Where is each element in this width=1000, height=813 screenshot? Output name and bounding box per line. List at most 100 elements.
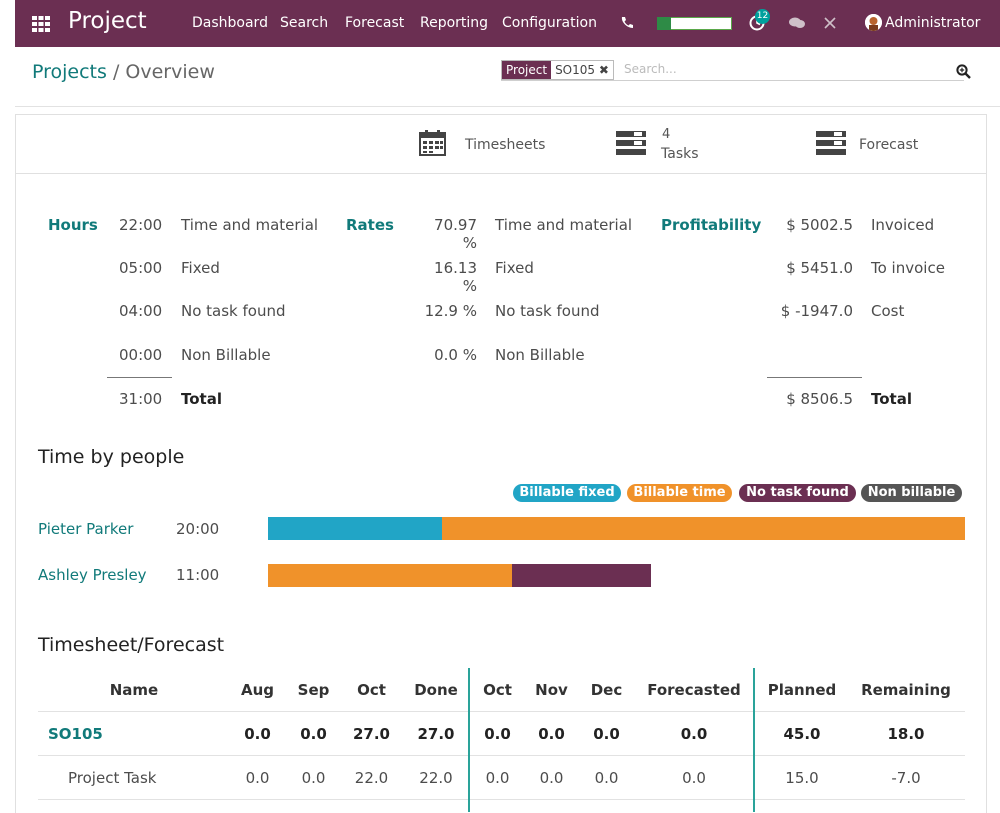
notification-badge: 12 [755,9,770,24]
tasks-icon [616,131,646,155]
row-name[interactable]: Project Task [68,769,156,787]
cell: 0.0 [538,725,565,743]
cell: 27.0 [352,725,390,743]
cell: 0.0 [301,769,326,787]
hours-total-value: 31:00 [119,390,163,408]
rate-label: Fixed [495,259,534,277]
app-name[interactable]: Project [68,8,147,34]
hours-value: 05:00 [119,259,163,277]
column-header: Planned [767,681,837,699]
cell: 0.0 [244,725,271,743]
person-hours: 11:00 [176,566,220,584]
profit-value: $ -1947.0 [780,302,853,320]
forecast-button[interactable]: Forecast [814,115,944,173]
column-header: Remaining [861,681,951,699]
stat-buttons: Timesheets 4 Tasks Forecast [16,115,986,174]
apps-grid-icon[interactable] [32,15,50,33]
tasks-count: 4 [662,127,671,142]
rate-value: 70.97 % [434,216,477,252]
profit-label: Invoiced [871,216,935,234]
profit-value: $ 5002.5 [786,216,853,234]
menu-configuration[interactable]: Configuration [502,15,597,31]
user-avatar[interactable] [865,14,882,31]
cell: 15.0 [785,769,819,787]
debug-icon[interactable] [824,17,836,29]
cell: 0.0 [539,769,564,787]
chat-icon[interactable] [788,16,806,30]
profit-total-value: $ 8506.5 [786,390,853,408]
hours-label: Non Billable [181,346,271,364]
cell: 27.0 [417,725,455,743]
tasks-label: Tasks [661,146,699,162]
hours-value: 00:00 [119,346,163,364]
profitability-heading: Profitability [661,216,762,234]
cell: 0.0 [485,769,510,787]
rate-value: 12.9 % [424,302,477,320]
cell: 0.0 [594,769,619,787]
timesheets-button[interactable]: Timesheets [416,115,566,173]
cell: 0.0 [245,769,270,787]
hours-total-label: Total [181,390,222,408]
calendar-icon [419,130,446,156]
rate-label: No task found [495,302,600,320]
remove-facet-icon[interactable]: ✖ [599,63,609,77]
cell: 18.0 [887,725,925,743]
column-header: Aug [240,681,275,699]
person-hours: 20:00 [176,520,220,538]
time-bar-segment [442,517,965,540]
timesheet-forecast-title: Timesheet/Forecast [38,634,225,656]
rate-label: Time and material [495,216,633,234]
column-header: Forecasted [647,681,741,699]
cell: 0.0 [484,725,511,743]
forecast-label: Forecast [859,137,919,153]
breadcrumb-separator: / [112,61,120,83]
facet-value: SO105 ✖ [551,61,613,79]
table-row-divider [38,755,965,756]
top-navbar: Project Dashboard Search Forecast Report… [15,0,1000,47]
search-bar[interactable]: Project SO105 ✖ Search... [501,60,964,81]
column-header: Name [109,681,159,699]
menu-reporting[interactable]: Reporting [420,15,488,31]
legend-billable-time: Billable time [627,484,732,502]
time-by-people-title: Time by people [38,446,185,468]
phone-icon[interactable] [620,16,633,29]
search-icon[interactable] [956,64,971,79]
rate-label: Non Billable [495,346,585,364]
hours-total-rule [107,377,172,378]
column-header: Sep [297,681,330,699]
column-header: Dec [590,681,623,699]
legend-billable-fixed: Billable fixed [513,484,621,502]
column-header: Oct [357,681,386,699]
profit-label: Cost [871,302,905,320]
legend-non-billable: Non billable [861,484,962,502]
column-header: Done [414,681,458,699]
hours-label: Fixed [181,259,220,277]
time-bar-segment [268,564,512,587]
search-input[interactable]: Search... [624,62,677,76]
rates-heading: Rates [346,216,394,234]
profit-total-label: Total [871,390,912,408]
facet-label: Project [502,61,552,79]
control-panel: Projects / Overview Project SO105 ✖ Sear… [15,48,1000,107]
person-name-ashley-presley[interactable]: Ashley Presley [38,566,147,584]
breadcrumb-projects[interactable]: Projects [32,61,107,83]
table-row-divider [38,799,965,800]
forecast-icon [816,131,846,155]
cell: 0.0 [300,725,327,743]
tasks-button[interactable]: 4 Tasks [614,115,744,173]
search-facet: Project SO105 ✖ [501,60,614,80]
menu-dashboard[interactable]: Dashboard [192,15,268,31]
user-menu[interactable]: Administrator [885,15,980,31]
rate-value: 0.0 % [434,346,477,364]
hours-heading: Hours [48,216,98,234]
menu-forecast[interactable]: Forecast [345,15,404,31]
time-bar-segment [511,564,652,587]
cell: 0.0 [680,725,708,743]
breadcrumb: Projects / Overview [32,61,215,83]
menu-search[interactable]: Search [280,15,328,31]
person-name-pieter-parker[interactable]: Pieter Parker [38,520,133,538]
cell: 45.0 [783,725,821,743]
row-name[interactable]: SO105 [48,725,103,743]
cell: 22.0 [354,769,389,787]
rate-value: 16.13 % [434,259,477,295]
